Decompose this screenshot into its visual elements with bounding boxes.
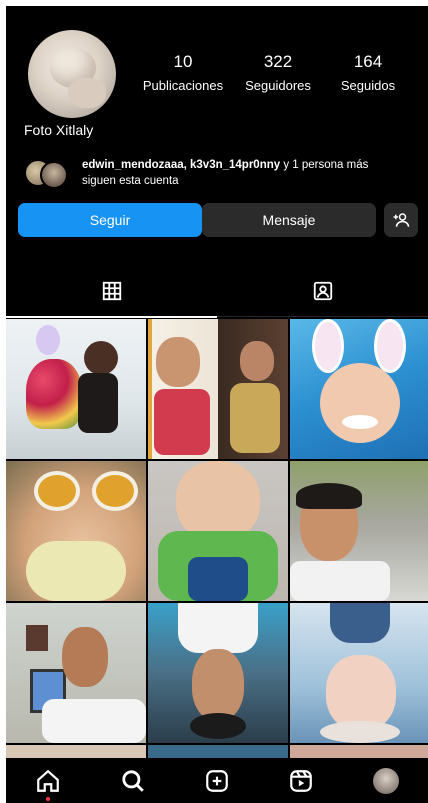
tab-tagged[interactable]	[217, 266, 428, 317]
profile-tabs	[6, 266, 428, 318]
followed-by-text: edwin_mendozaaa, k3v3n_14pr0nny y 1 pers…	[82, 157, 422, 189]
posts-count-label: Publicaciones	[142, 78, 224, 93]
posts-count[interactable]: 10 Publicaciones	[138, 52, 228, 93]
nav-new-post[interactable]	[197, 761, 237, 801]
add-post-icon	[206, 769, 228, 792]
photo-man-selfie[interactable]	[290, 461, 428, 601]
profile-name: Foto Xitlaly	[24, 122, 94, 138]
posts-count-value: 10	[173, 52, 193, 71]
photo-partial[interactable]	[6, 745, 146, 759]
following-count-label: Seguidos	[340, 78, 396, 93]
photo-man-indoor[interactable]	[6, 603, 146, 743]
followers-count-label: Seguidores	[245, 78, 311, 93]
followed-by-rest: y 1 persona más	[283, 159, 369, 171]
follower-avatar	[40, 161, 68, 189]
photo-partial[interactable]	[290, 745, 428, 759]
follow-button[interactable]: Seguir	[18, 203, 202, 237]
followers-count[interactable]: 322 Seguidores	[233, 52, 323, 93]
tagged-icon	[313, 281, 332, 301]
nav-profile[interactable]	[366, 761, 406, 801]
nav-reels[interactable]	[281, 761, 321, 801]
bottom-nav	[6, 758, 428, 803]
photo-baby-sunglasses[interactable]	[6, 461, 146, 601]
photo-man-upside-down[interactable]	[148, 603, 288, 743]
message-button[interactable]: Mensaje	[202, 203, 376, 237]
followed-by[interactable]: edwin_mendozaaa, k3v3n_14pr0nny y 1 pers…	[24, 157, 424, 197]
profile-screen: 10 Publicaciones 322 Seguidores 164 Segu…	[6, 6, 428, 803]
tab-posts-grid[interactable]	[6, 266, 217, 318]
photo-baby-closeup[interactable]	[148, 461, 288, 601]
reels-icon	[290, 769, 313, 792]
avatar-photo-detail	[68, 78, 106, 108]
photo-child-and-woman[interactable]	[148, 319, 288, 459]
nav-search[interactable]	[113, 761, 153, 801]
suggest-people-button[interactable]	[384, 203, 418, 237]
following-count-value: 164	[353, 52, 383, 71]
home-icon	[37, 769, 60, 792]
profile-avatar[interactable]	[28, 30, 116, 118]
photo-woman-flowers[interactable]	[6, 319, 146, 459]
following-count[interactable]: 164 Seguidos	[323, 52, 413, 93]
nav-home[interactable]	[28, 761, 68, 801]
search-icon	[121, 769, 144, 792]
add-person-icon	[393, 213, 410, 227]
profile-avatar-small	[372, 767, 399, 794]
photo-woman-upside-down[interactable]	[290, 603, 428, 743]
photo-partial[interactable]	[148, 745, 288, 759]
notification-dot	[46, 796, 51, 801]
followed-by-users: edwin_mendozaaa, k3v3n_14pr0nny	[82, 159, 281, 171]
followed-by-line2: siguen esta cuenta	[82, 175, 179, 187]
followers-count-value: 322	[263, 52, 293, 71]
grid-icon	[102, 281, 121, 301]
photo-baby-bunny-filter[interactable]	[290, 319, 428, 459]
